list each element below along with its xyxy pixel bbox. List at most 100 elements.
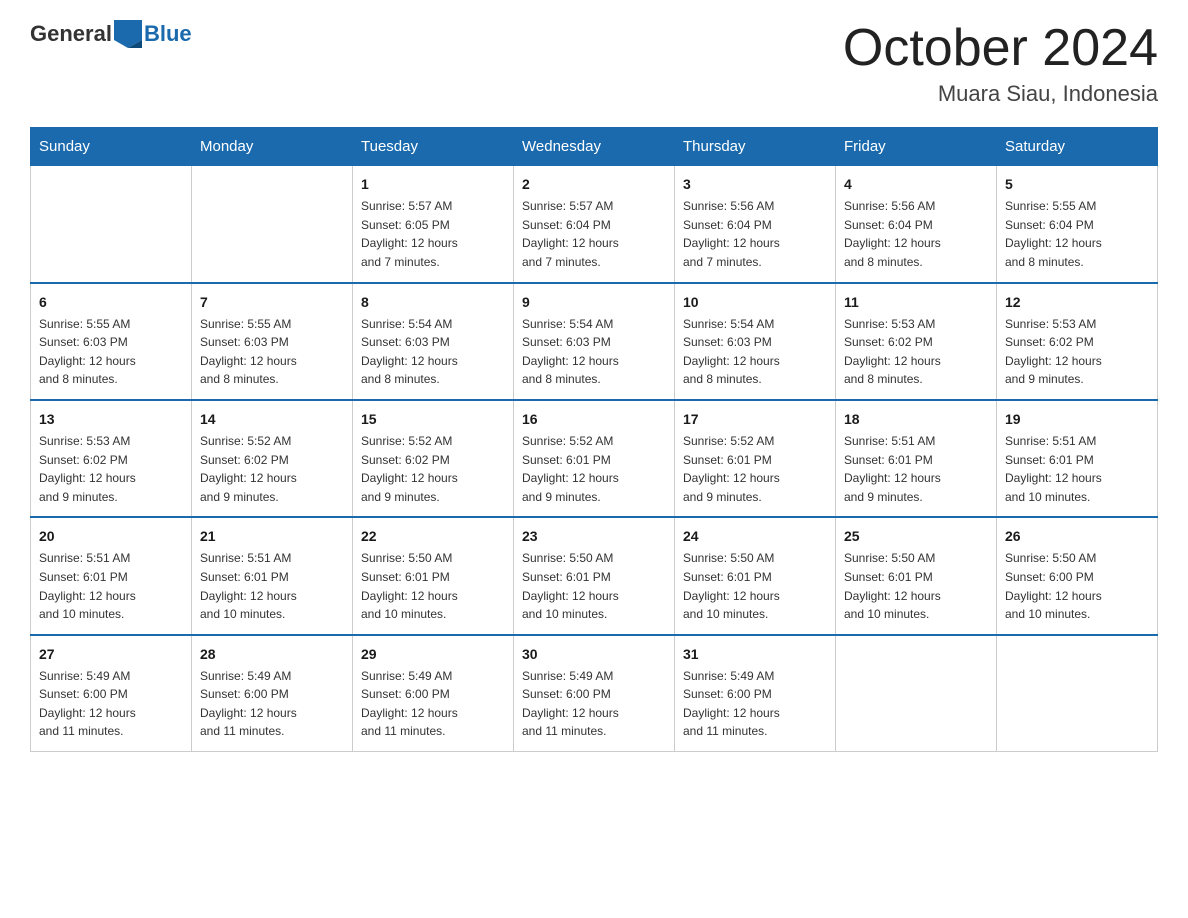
day-info: Sunrise: 5:49 AM Sunset: 6:00 PM Dayligh…	[683, 667, 827, 741]
day-info: Sunrise: 5:49 AM Sunset: 6:00 PM Dayligh…	[522, 667, 666, 741]
day-number: 5	[1005, 174, 1149, 195]
day-info: Sunrise: 5:50 AM Sunset: 6:01 PM Dayligh…	[361, 549, 505, 623]
calendar-cell: 17Sunrise: 5:52 AM Sunset: 6:01 PM Dayli…	[675, 400, 836, 517]
calendar-cell: 26Sunrise: 5:50 AM Sunset: 6:00 PM Dayli…	[997, 517, 1158, 634]
day-number: 19	[1005, 409, 1149, 430]
logo: General Blue	[30, 20, 192, 48]
day-info: Sunrise: 5:52 AM Sunset: 6:01 PM Dayligh…	[522, 432, 666, 506]
day-info: Sunrise: 5:54 AM Sunset: 6:03 PM Dayligh…	[361, 315, 505, 389]
header-row: SundayMondayTuesdayWednesdayThursdayFrid…	[31, 128, 1158, 166]
calendar-cell: 5Sunrise: 5:55 AM Sunset: 6:04 PM Daylig…	[997, 166, 1158, 283]
day-info: Sunrise: 5:50 AM Sunset: 6:01 PM Dayligh…	[683, 549, 827, 623]
calendar-cell: 8Sunrise: 5:54 AM Sunset: 6:03 PM Daylig…	[353, 283, 514, 400]
day-number: 22	[361, 526, 505, 547]
day-info: Sunrise: 5:57 AM Sunset: 6:05 PM Dayligh…	[361, 197, 505, 271]
day-info: Sunrise: 5:51 AM Sunset: 6:01 PM Dayligh…	[1005, 432, 1149, 506]
calendar-cell: 13Sunrise: 5:53 AM Sunset: 6:02 PM Dayli…	[31, 400, 192, 517]
header-thursday: Thursday	[675, 128, 836, 166]
header-saturday: Saturday	[997, 128, 1158, 166]
calendar-cell: 24Sunrise: 5:50 AM Sunset: 6:01 PM Dayli…	[675, 517, 836, 634]
day-number: 24	[683, 526, 827, 547]
calendar-cell: 2Sunrise: 5:57 AM Sunset: 6:04 PM Daylig…	[514, 166, 675, 283]
day-info: Sunrise: 5:49 AM Sunset: 6:00 PM Dayligh…	[200, 667, 344, 741]
calendar-cell: 18Sunrise: 5:51 AM Sunset: 6:01 PM Dayli…	[836, 400, 997, 517]
day-number: 28	[200, 644, 344, 665]
logo-text-general: General	[30, 21, 112, 47]
day-number: 29	[361, 644, 505, 665]
calendar-cell: 10Sunrise: 5:54 AM Sunset: 6:03 PM Dayli…	[675, 283, 836, 400]
day-info: Sunrise: 5:56 AM Sunset: 6:04 PM Dayligh…	[844, 197, 988, 271]
day-number: 11	[844, 292, 988, 313]
day-info: Sunrise: 5:52 AM Sunset: 6:01 PM Dayligh…	[683, 432, 827, 506]
logo-icon	[114, 20, 142, 48]
calendar-cell: 29Sunrise: 5:49 AM Sunset: 6:00 PM Dayli…	[353, 635, 514, 752]
day-info: Sunrise: 5:51 AM Sunset: 6:01 PM Dayligh…	[844, 432, 988, 506]
header-friday: Friday	[836, 128, 997, 166]
day-number: 27	[39, 644, 183, 665]
day-number: 21	[200, 526, 344, 547]
day-info: Sunrise: 5:50 AM Sunset: 6:00 PM Dayligh…	[1005, 549, 1149, 623]
day-number: 12	[1005, 292, 1149, 313]
calendar-cell: 25Sunrise: 5:50 AM Sunset: 6:01 PM Dayli…	[836, 517, 997, 634]
calendar-table: SundayMondayTuesdayWednesdayThursdayFrid…	[30, 127, 1158, 752]
day-info: Sunrise: 5:51 AM Sunset: 6:01 PM Dayligh…	[200, 549, 344, 623]
calendar-cell: 28Sunrise: 5:49 AM Sunset: 6:00 PM Dayli…	[192, 635, 353, 752]
calendar-cell: 11Sunrise: 5:53 AM Sunset: 6:02 PM Dayli…	[836, 283, 997, 400]
day-info: Sunrise: 5:57 AM Sunset: 6:04 PM Dayligh…	[522, 197, 666, 271]
header-monday: Monday	[192, 128, 353, 166]
day-info: Sunrise: 5:55 AM Sunset: 6:03 PM Dayligh…	[200, 315, 344, 389]
week-row-2: 6Sunrise: 5:55 AM Sunset: 6:03 PM Daylig…	[31, 283, 1158, 400]
day-info: Sunrise: 5:49 AM Sunset: 6:00 PM Dayligh…	[361, 667, 505, 741]
week-row-4: 20Sunrise: 5:51 AM Sunset: 6:01 PM Dayli…	[31, 517, 1158, 634]
calendar-cell: 14Sunrise: 5:52 AM Sunset: 6:02 PM Dayli…	[192, 400, 353, 517]
day-number: 2	[522, 174, 666, 195]
calendar-cell: 19Sunrise: 5:51 AM Sunset: 6:01 PM Dayli…	[997, 400, 1158, 517]
day-number: 26	[1005, 526, 1149, 547]
calendar-cell: 20Sunrise: 5:51 AM Sunset: 6:01 PM Dayli…	[31, 517, 192, 634]
calendar-cell: 3Sunrise: 5:56 AM Sunset: 6:04 PM Daylig…	[675, 166, 836, 283]
calendar-cell: 30Sunrise: 5:49 AM Sunset: 6:00 PM Dayli…	[514, 635, 675, 752]
day-number: 16	[522, 409, 666, 430]
day-info: Sunrise: 5:55 AM Sunset: 6:03 PM Dayligh…	[39, 315, 183, 389]
day-info: Sunrise: 5:52 AM Sunset: 6:02 PM Dayligh…	[200, 432, 344, 506]
week-row-3: 13Sunrise: 5:53 AM Sunset: 6:02 PM Dayli…	[31, 400, 1158, 517]
header-sunday: Sunday	[31, 128, 192, 166]
calendar-cell: 6Sunrise: 5:55 AM Sunset: 6:03 PM Daylig…	[31, 283, 192, 400]
day-info: Sunrise: 5:50 AM Sunset: 6:01 PM Dayligh…	[844, 549, 988, 623]
calendar-cell: 7Sunrise: 5:55 AM Sunset: 6:03 PM Daylig…	[192, 283, 353, 400]
day-number: 10	[683, 292, 827, 313]
calendar-cell: 31Sunrise: 5:49 AM Sunset: 6:00 PM Dayli…	[675, 635, 836, 752]
day-number: 17	[683, 409, 827, 430]
calendar-cell	[997, 635, 1158, 752]
day-number: 31	[683, 644, 827, 665]
day-info: Sunrise: 5:53 AM Sunset: 6:02 PM Dayligh…	[39, 432, 183, 506]
calendar-cell: 4Sunrise: 5:56 AM Sunset: 6:04 PM Daylig…	[836, 166, 997, 283]
day-number: 25	[844, 526, 988, 547]
day-number: 18	[844, 409, 988, 430]
day-number: 9	[522, 292, 666, 313]
day-number: 13	[39, 409, 183, 430]
day-number: 15	[361, 409, 505, 430]
day-info: Sunrise: 5:52 AM Sunset: 6:02 PM Dayligh…	[361, 432, 505, 506]
day-info: Sunrise: 5:53 AM Sunset: 6:02 PM Dayligh…	[1005, 315, 1149, 389]
header-tuesday: Tuesday	[353, 128, 514, 166]
day-info: Sunrise: 5:54 AM Sunset: 6:03 PM Dayligh…	[522, 315, 666, 389]
calendar-cell	[31, 166, 192, 283]
day-number: 8	[361, 292, 505, 313]
day-info: Sunrise: 5:53 AM Sunset: 6:02 PM Dayligh…	[844, 315, 988, 389]
calendar-cell	[192, 166, 353, 283]
page-header: General Blue October 2024 Muara Siau, In…	[30, 20, 1158, 107]
day-number: 4	[844, 174, 988, 195]
day-number: 23	[522, 526, 666, 547]
day-number: 1	[361, 174, 505, 195]
calendar-cell: 22Sunrise: 5:50 AM Sunset: 6:01 PM Dayli…	[353, 517, 514, 634]
day-info: Sunrise: 5:55 AM Sunset: 6:04 PM Dayligh…	[1005, 197, 1149, 271]
day-number: 7	[200, 292, 344, 313]
calendar-cell: 15Sunrise: 5:52 AM Sunset: 6:02 PM Dayli…	[353, 400, 514, 517]
calendar-cell: 23Sunrise: 5:50 AM Sunset: 6:01 PM Dayli…	[514, 517, 675, 634]
week-row-5: 27 Sunrise: 5:49 AM Sunset: 6:00 PM Dayli…	[31, 635, 1158, 752]
day-number: 14	[200, 409, 344, 430]
logo-text-blue: Blue	[144, 21, 192, 47]
calendar-subtitle: Muara Siau, Indonesia	[843, 81, 1158, 107]
calendar-cell: 12Sunrise: 5:53 AM Sunset: 6:02 PM Dayli…	[997, 283, 1158, 400]
